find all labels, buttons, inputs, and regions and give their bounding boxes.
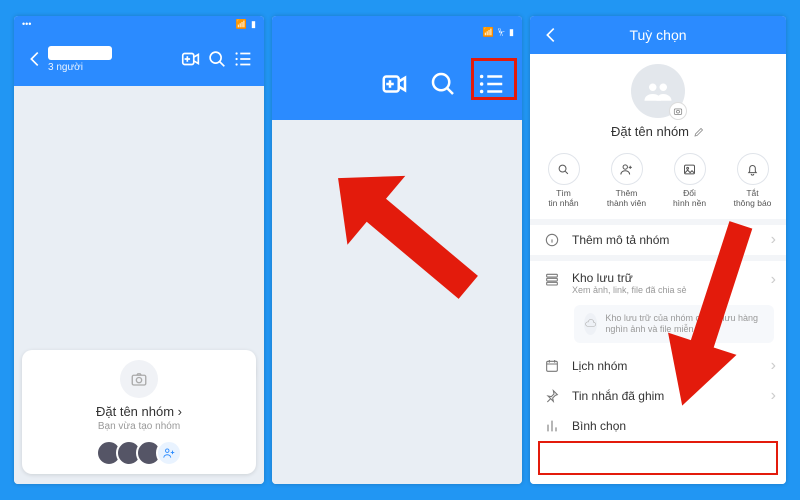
- image-icon: [674, 153, 706, 185]
- chat-subtitle: 3 người: [48, 62, 178, 73]
- chevron-right-icon: ›: [771, 231, 776, 249]
- signal-icon: 📶: [483, 27, 494, 38]
- options-header: Tuỳ chọn: [530, 16, 786, 54]
- quick-actions: Tìm tin nhắn Thêm thành viên Đổi hình nề…: [530, 147, 786, 219]
- storage-icon: [542, 271, 562, 287]
- status-bar: 📶 ⏧ ▮: [272, 16, 522, 48]
- new-group-card[interactable]: Đặt tên nhóm › Bạn vừa tạo nhóm: [22, 350, 256, 474]
- quick-change-bg[interactable]: Đổi hình nền: [658, 153, 721, 209]
- info-icon: [542, 232, 562, 248]
- camera-icon[interactable]: [669, 102, 687, 120]
- add-member-icon[interactable]: [156, 440, 182, 466]
- chat-header: 3 người: [14, 32, 264, 86]
- panel-2-header-zoom: 📶 ⏧ ▮: [272, 16, 522, 484]
- bell-icon: [737, 153, 769, 185]
- chevron-right-icon: ›: [771, 271, 776, 289]
- status-bar: ••• 📶▮: [14, 16, 264, 32]
- chat-title: [48, 46, 112, 60]
- wifi-icon: ⏧: [498, 27, 505, 38]
- quick-search[interactable]: Tìm tin nhắn: [532, 153, 595, 209]
- back-icon[interactable]: [22, 46, 48, 72]
- cloud-icon: [584, 313, 597, 335]
- group-avatar[interactable]: [631, 64, 685, 118]
- group-sub: Bạn vừa tạo nhóm: [30, 421, 248, 432]
- user-plus-icon: [611, 153, 643, 185]
- chat-title-area[interactable]: 3 người: [48, 46, 178, 73]
- search-icon: [548, 153, 580, 185]
- panel-3-options: Tuỳ chọn Đặt tên nhóm Tìm tin nhắn Thêm: [530, 16, 786, 484]
- annotation-arrow: [332, 146, 482, 326]
- chat-body: đã tham gia nhóm Đặt tên nhóm › Bạn vừa …: [14, 86, 264, 484]
- chevron-right-icon: ›: [771, 387, 776, 405]
- search-icon[interactable]: [204, 46, 230, 72]
- back-icon[interactable]: [538, 22, 564, 48]
- options-title: Tuỳ chọn: [629, 27, 686, 43]
- search-icon[interactable]: [426, 67, 460, 101]
- member-avatars: [30, 440, 248, 466]
- calendar-icon: [542, 358, 562, 374]
- video-add-icon[interactable]: [378, 67, 412, 101]
- camera-icon[interactable]: [120, 360, 158, 398]
- group-name: Đặt tên nhóm: [611, 124, 689, 139]
- edit-icon[interactable]: [693, 126, 705, 138]
- options-body: Đặt tên nhóm Tìm tin nhắn Thêm thành viê…: [530, 54, 786, 484]
- highlight-box-poll: [538, 441, 778, 475]
- pin-icon: [542, 388, 562, 404]
- menu-icon[interactable]: [230, 46, 256, 72]
- video-add-icon[interactable]: [178, 46, 204, 72]
- chevron-right-icon: ›: [771, 357, 776, 375]
- group-name-row[interactable]: Đặt tên nhóm: [611, 124, 705, 139]
- highlight-box: [471, 58, 517, 100]
- annotation-arrow: [660, 220, 760, 420]
- group-name-prompt[interactable]: Đặt tên nhóm ›: [30, 404, 248, 419]
- group-avatar-block: Đặt tên nhóm: [530, 54, 786, 147]
- quick-add-member[interactable]: Thêm thành viên: [595, 153, 658, 209]
- panel-1-chat: ••• 📶▮ 3 người đã tham gia nhóm: [14, 16, 264, 484]
- quick-mute[interactable]: Tắt thông báo: [721, 153, 784, 209]
- battery-icon: ▮: [509, 27, 514, 38]
- poll-icon: [542, 418, 562, 434]
